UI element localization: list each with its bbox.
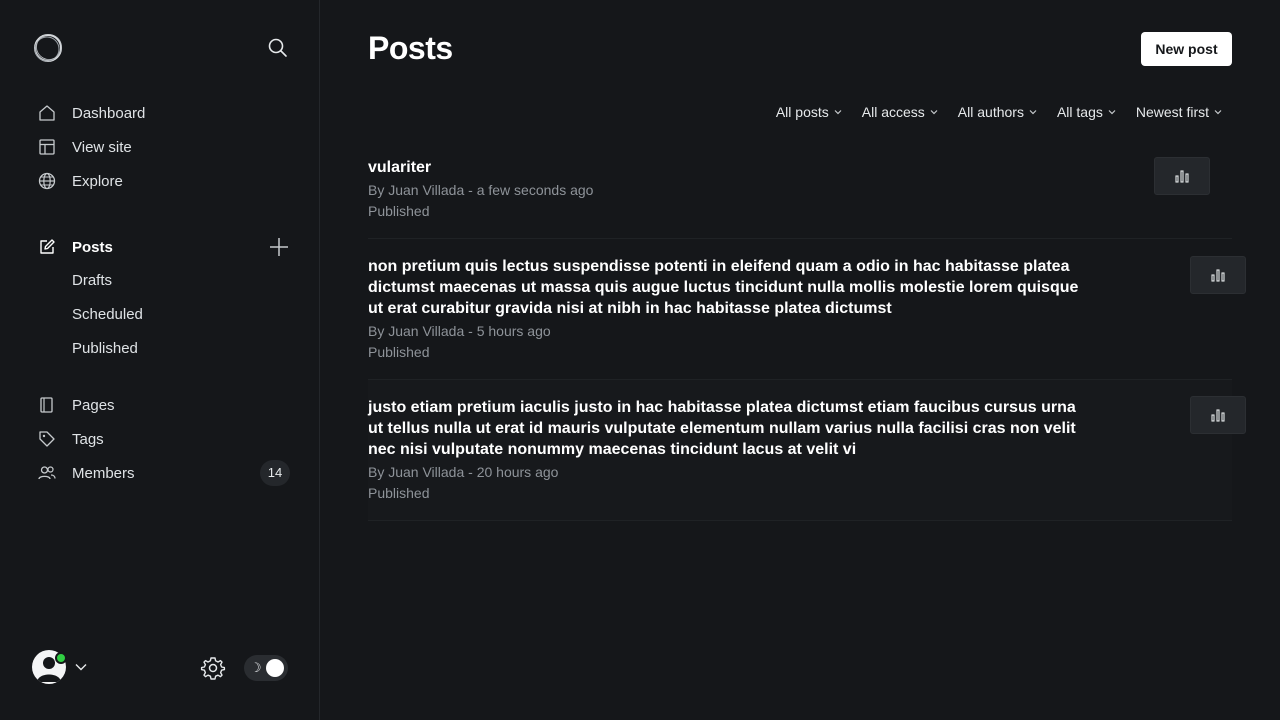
- house-icon: [32, 98, 62, 128]
- post-analytics-button[interactable]: [1154, 157, 1210, 195]
- layout-icon: [32, 132, 62, 162]
- sidebar-item-label: Members: [72, 464, 135, 482]
- sidebar-item-label: Dashboard: [72, 104, 146, 122]
- add-post-plus-icon[interactable]: [267, 235, 291, 259]
- chevron-down-icon: [1029, 110, 1037, 115]
- sidebar-item-label: Posts: [72, 238, 113, 256]
- row-divider: [368, 238, 1232, 239]
- post-status: Published: [368, 344, 430, 360]
- sidebar-item-label: Tags: [72, 430, 104, 448]
- filter-label: All authors: [957, 104, 1024, 120]
- sidebar-subitem-scheduled[interactable]: Scheduled: [72, 303, 143, 327]
- sidebar-subitem-drafts[interactable]: Drafts: [72, 269, 112, 293]
- page-title: Posts: [368, 30, 453, 66]
- bar-chart-icon: [1211, 409, 1225, 422]
- sidebar: Dashboard View site Explore Posts Drafts…: [0, 0, 320, 720]
- new-post-button[interactable]: New post: [1141, 32, 1232, 66]
- post-list-item[interactable]: justo etiam pretium iaculis justo in hac…: [368, 380, 1232, 520]
- main-content: Posts New post All posts All access All …: [320, 0, 1280, 720]
- post-title: non pretium quis lectus suspendisse pote…: [368, 258, 1079, 317]
- globe-icon: [32, 166, 62, 196]
- search-icon[interactable]: [266, 36, 290, 60]
- sidebar-item-explore[interactable]: Explore: [32, 166, 290, 196]
- online-status-dot: [55, 652, 67, 664]
- edit-icon: [32, 232, 62, 262]
- filter-authors[interactable]: All authors: [948, 100, 1047, 124]
- sidebar-header: [32, 32, 290, 64]
- post-analytics-button[interactable]: [1190, 396, 1246, 434]
- members-icon: [32, 458, 62, 488]
- chevron-down-icon: [930, 110, 938, 115]
- sidebar-item-label: Pages: [72, 396, 115, 414]
- chevron-down-icon: [834, 110, 842, 115]
- bar-chart-icon: [1175, 170, 1189, 183]
- toggle-knob: [266, 659, 284, 677]
- filter-label: Newest first: [1135, 104, 1209, 120]
- sidebar-item-members[interactable]: Members 14: [32, 458, 290, 488]
- sidebar-item-view-site[interactable]: View site: [32, 132, 290, 162]
- pages-icon: [32, 390, 62, 420]
- theme-toggle[interactable]: ☽: [244, 655, 288, 681]
- sidebar-item-tags[interactable]: Tags: [32, 424, 290, 454]
- filter-sort[interactable]: Newest first: [1126, 100, 1232, 124]
- sidebar-item-label: View site: [72, 138, 132, 156]
- post-list-item[interactable]: non pretium quis lectus suspendisse pote…: [368, 256, 1232, 361]
- bar-chart-icon: [1211, 269, 1225, 282]
- post-meta: By Juan Villada - 20 hours ago: [368, 464, 559, 480]
- filter-label: All tags: [1056, 104, 1103, 120]
- post-status: Published: [368, 485, 430, 501]
- sidebar-item-posts[interactable]: Posts: [32, 232, 290, 262]
- chevron-down-icon: [1108, 110, 1116, 115]
- post-analytics-button[interactable]: [1190, 256, 1246, 294]
- sidebar-item-dashboard[interactable]: Dashboard: [32, 98, 290, 128]
- row-divider: [368, 520, 1232, 521]
- filter-tags[interactable]: All tags: [1047, 100, 1126, 124]
- chevron-down-icon[interactable]: [74, 660, 88, 674]
- post-title: vulariter: [368, 159, 432, 176]
- gear-icon[interactable]: [200, 655, 226, 681]
- moon-icon: ☽: [250, 660, 262, 675]
- tag-icon: [32, 424, 62, 454]
- filter-type[interactable]: All posts: [766, 100, 852, 124]
- sidebar-footer: ☽: [32, 650, 290, 686]
- post-status: Published: [368, 203, 430, 219]
- filter-label: All access: [861, 104, 925, 120]
- post-title: justo etiam pretium iaculis justo in hac…: [368, 399, 1076, 458]
- sidebar-item-pages[interactable]: Pages: [32, 390, 290, 420]
- sidebar-subitem-published[interactable]: Published: [72, 337, 138, 361]
- filter-label: All posts: [775, 104, 829, 120]
- sidebar-item-label: Explore: [72, 172, 123, 190]
- filter-bar: All posts All access All authors All tag…: [766, 100, 1232, 124]
- chevron-down-icon: [1214, 110, 1222, 115]
- post-list-item[interactable]: vulariter By Juan Villada - a few second…: [368, 157, 1232, 220]
- filter-access[interactable]: All access: [852, 100, 948, 124]
- post-meta: By Juan Villada - 5 hours ago: [368, 323, 551, 339]
- ghost-logo-icon[interactable]: [32, 32, 64, 64]
- members-count-badge: 14: [260, 460, 290, 486]
- post-meta: By Juan Villada - a few seconds ago: [368, 182, 594, 198]
